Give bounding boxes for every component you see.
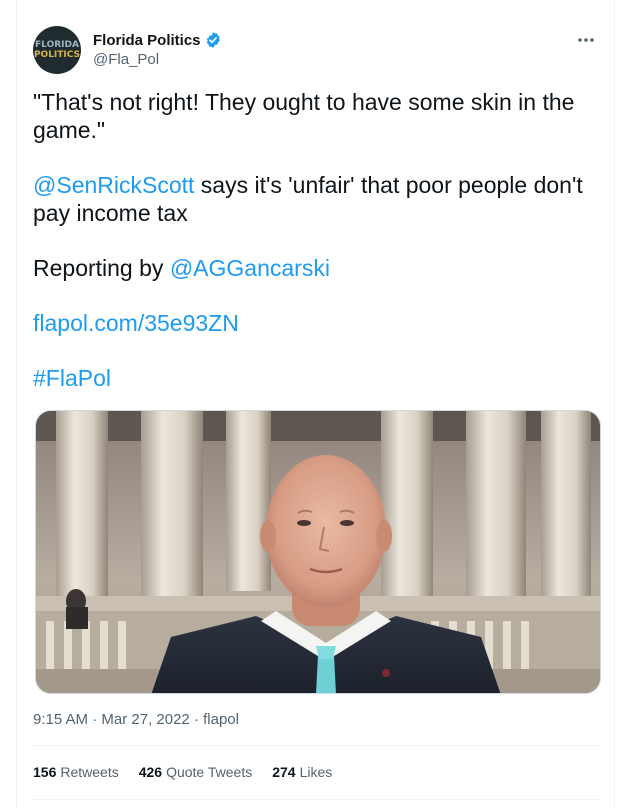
avatar-text-bottom: POLITICS	[33, 50, 81, 60]
hashtag-link[interactable]: #FlaPol	[33, 365, 111, 391]
retweets-label: Retweets	[60, 764, 119, 780]
quote-tweets-stat[interactable]: 426 Quote Tweets	[139, 764, 253, 784]
divider-bottom	[33, 799, 598, 800]
tweet-text: "That's not right! They ought to have so…	[33, 88, 603, 419]
photo-scene-image	[36, 411, 600, 693]
likes-label: Likes	[299, 764, 333, 780]
meta-separator: ·	[88, 711, 102, 728]
tweet-url-paragraph: flapol.com/35e93ZN	[33, 309, 603, 337]
tweet-stats: 156 Retweets 426 Quote Tweets 274 Likes	[33, 764, 332, 784]
tweet-timestamp: 9:15 AM · Mar 27, 2022 · flapol	[33, 711, 239, 728]
likes-count: 274	[272, 764, 296, 780]
tweet-hashtag-paragraph: #FlaPol	[33, 364, 603, 392]
tweet-card: FLORIDA POLITICS Florida Politics @Fla_P…	[16, 0, 615, 808]
author-handle[interactable]: @Fla_Pol	[93, 51, 159, 68]
verified-badge-icon	[204, 31, 222, 49]
tweet-source[interactable]: flapol	[203, 711, 239, 728]
retweets-count: 156	[33, 764, 57, 780]
mention-link-senrickscott[interactable]: @SenRickScott	[33, 172, 194, 198]
retweets-stat[interactable]: 156 Retweets	[33, 764, 119, 784]
tweet-header: FLORIDA POLITICS Florida Politics @Fla_P…	[33, 26, 598, 74]
tweet-mention-paragraph: @SenRickScott says it's 'unfair' that po…	[33, 171, 603, 227]
tweet-photo[interactable]	[35, 410, 601, 694]
avatar[interactable]: FLORIDA POLITICS	[33, 26, 81, 74]
mention-link-aggancarski[interactable]: @AGGancarski	[170, 255, 330, 281]
likes-stat[interactable]: 274 Likes	[272, 764, 332, 784]
meta-separator: ·	[189, 711, 204, 728]
tweet-quote-text: "That's not right! They ought to have so…	[33, 89, 575, 143]
tweet-date[interactable]: Mar 27, 2022	[101, 711, 189, 728]
tweet-reporting-paragraph: Reporting by @AGGancarski	[33, 254, 603, 282]
tweet-time[interactable]: 9:15 AM	[33, 711, 88, 728]
quote-tweets-label: Quote Tweets	[166, 764, 253, 780]
tweet-quote-paragraph: "That's not right! They ought to have so…	[33, 88, 603, 144]
reporting-prefix-text: Reporting by	[33, 255, 170, 281]
quote-tweets-count: 426	[138, 764, 163, 780]
ellipsis-icon[interactable]	[574, 30, 598, 50]
author-name-row: Florida Politics	[93, 30, 222, 50]
article-link[interactable]: flapol.com/35e93ZN	[33, 310, 239, 336]
avatar-text-top: FLORIDA	[35, 40, 79, 50]
divider-top	[33, 745, 598, 746]
author-display-name[interactable]: Florida Politics	[93, 32, 201, 49]
